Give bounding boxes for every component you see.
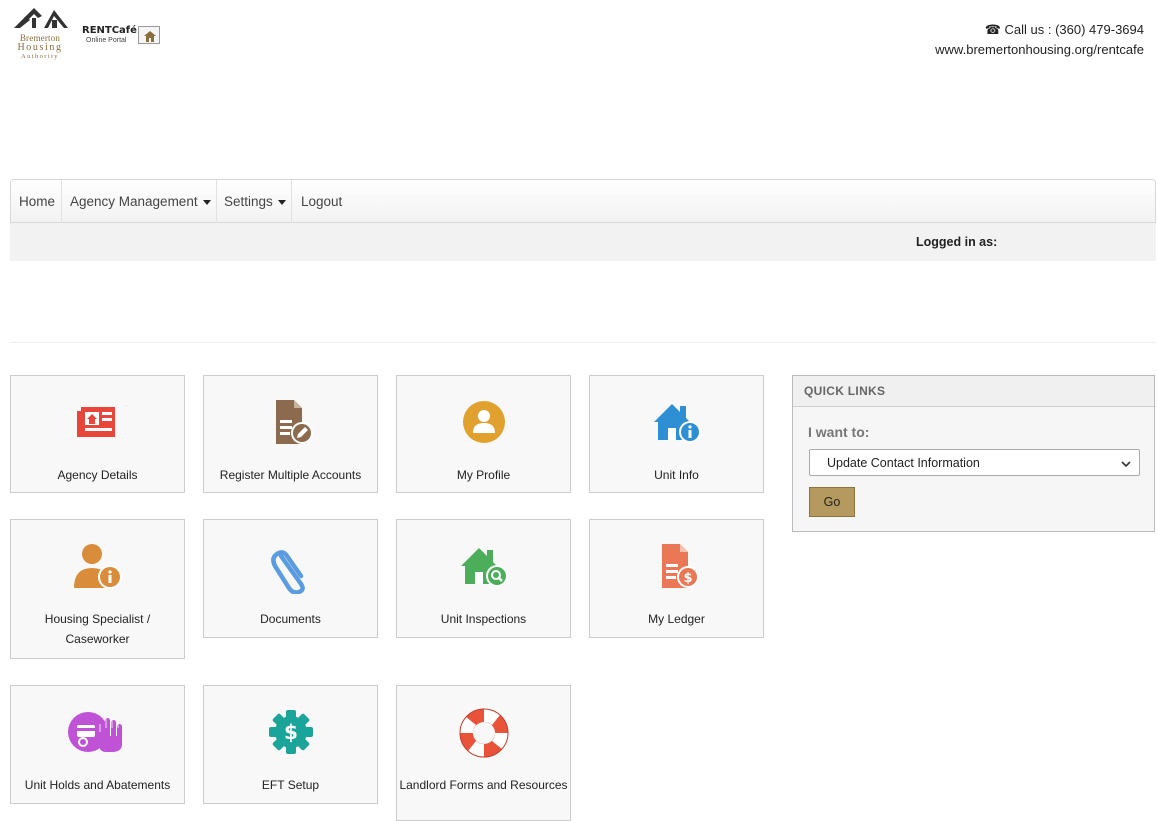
tile-label: Agency Details <box>57 468 138 482</box>
tile-label: My Profile <box>456 468 511 482</box>
profile-icon <box>397 400 570 449</box>
caret-down-icon <box>277 199 286 205</box>
tile-label: My Ledger <box>648 612 705 626</box>
rentcafe-brand: RENTCafé <box>82 25 137 36</box>
svg-text:$: $ <box>284 720 298 744</box>
tile-label: Unit Holds and Abatements <box>24 778 171 792</box>
unit-inspections-icon <box>397 544 570 593</box>
main-navbar: Home Agency Management Settings Logout <box>10 179 1156 224</box>
unit-info-icon <box>590 400 763 449</box>
lifebuoy-icon <box>397 706 570 765</box>
tile-my-ledger[interactable]: $ My Ledger <box>589 519 764 638</box>
nav-agency-label: Agency Management <box>70 194 198 209</box>
rentcafe-logo: RENTCafé Online Portal <box>82 25 160 45</box>
quick-links-panel: QUICK LINKS I want to: Update Contact In… <box>792 375 1155 532</box>
tile-register-multiple-accounts[interactable]: Register Multiple Accounts <box>203 375 378 493</box>
tile-my-profile[interactable]: My Profile <box>396 375 571 493</box>
nav-agency-management[interactable]: Agency Management <box>62 180 219 224</box>
agency-details-icon <box>11 402 184 447</box>
paperclip-icon <box>204 542 377 599</box>
quick-links-select[interactable]: Update Contact Information <box>809 449 1140 476</box>
nav-logout[interactable]: Logout <box>293 180 350 224</box>
nav-home[interactable]: Home <box>11 180 63 224</box>
caseworker-icon <box>11 542 184 595</box>
unit-holds-icon <box>11 710 184 759</box>
tile-documents[interactable]: Documents <box>203 519 378 638</box>
nav-separator <box>291 180 292 224</box>
building-logo-icon <box>14 8 68 28</box>
tile-landlord-forms[interactable]: Landlord Forms and Resources <box>396 685 571 821</box>
tile-eft-setup[interactable]: $ EFT Setup <box>203 685 378 804</box>
login-status-bar: Logged in as: <box>10 223 1156 261</box>
tile-unit-holds[interactable]: Unit Holds and Abatements <box>10 685 185 804</box>
ledger-icon: $ <box>590 542 763 595</box>
nav-settings-label: Settings <box>224 194 273 209</box>
tile-label: Documents <box>260 612 321 626</box>
phone-line: ☎ Call us : (360) 479-3694 <box>935 20 1144 40</box>
divider <box>10 342 1156 343</box>
register-accounts-icon <box>204 398 377 451</box>
tile-label: Unit Info <box>654 468 699 482</box>
quick-links-selected: Update Contact Information <box>827 456 980 470</box>
logo-line-2: Housing <box>17 42 63 53</box>
caret-down-icon <box>202 199 211 205</box>
logo-line-3: Authority <box>21 53 59 60</box>
nav-settings[interactable]: Settings <box>216 180 294 224</box>
nav-logout-label: Logout <box>301 194 343 209</box>
logged-in-label: Logged in as: <box>916 235 998 249</box>
i-want-to-label: I want to: <box>808 424 870 440</box>
quick-links-title: QUICK LINKS <box>793 376 1154 407</box>
tile-unit-inspections[interactable]: Unit Inspections <box>396 519 571 638</box>
phone-text: Call us : (360) 479-3694 <box>1004 22 1144 37</box>
tile-agency-details[interactable]: Agency Details <box>10 375 185 493</box>
eft-gear-icon: $ <box>204 708 377 761</box>
nav-home-label: Home <box>19 194 56 209</box>
rentcafe-sub: Online Portal <box>86 37 127 44</box>
contact-info: ☎ Call us : (360) 479-3694 www.bremerton… <box>935 20 1144 60</box>
tile-label: Unit Inspections <box>440 612 527 626</box>
tile-label: Landlord Forms and Resources <box>399 778 568 792</box>
tile-label: EFT Setup <box>261 778 320 792</box>
website-link[interactable]: www.bremertonhousing.org/rentcafe <box>935 40 1144 60</box>
tile-unit-info[interactable]: Unit Info <box>589 375 764 493</box>
chevron-down-icon <box>1121 457 1131 471</box>
tile-label: Housing Specialist / Caseworker <box>44 612 151 646</box>
bremerton-housing-logo: Bremerton Housing Authority <box>8 6 72 62</box>
phone-icon: ☎ <box>984 22 1001 37</box>
go-button[interactable]: Go <box>809 487 855 517</box>
tile-housing-specialist[interactable]: Housing Specialist / Caseworker <box>10 519 185 659</box>
svg-text:$: $ <box>683 571 692 586</box>
tile-label: Register Multiple Accounts <box>219 468 362 482</box>
home-cursor-icon <box>138 26 160 44</box>
